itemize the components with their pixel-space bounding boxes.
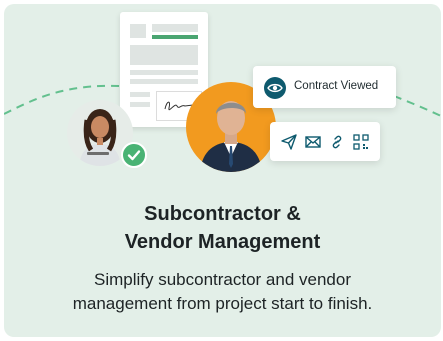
- card-title-line-1: Subcontractor &: [144, 203, 301, 225]
- feature-card: Contract Viewed Subcontractor & Vendor M…: [4, 4, 441, 337]
- card-title: Subcontractor & Vendor Management: [4, 200, 441, 256]
- card-description-line-2: management from project start to finish.: [72, 294, 373, 313]
- link-icon[interactable]: [328, 133, 346, 151]
- card-title-line-2: Vendor Management: [124, 231, 321, 253]
- contract-viewed-notification: Contract Viewed: [253, 66, 396, 108]
- send-icon[interactable]: [280, 133, 298, 151]
- mail-icon[interactable]: [304, 133, 322, 151]
- check-icon: [121, 142, 147, 168]
- card-description-line-1: Simplify subcontractor and vendor: [93, 270, 352, 289]
- eye-icon: [264, 77, 286, 99]
- card-description: Simplify subcontractor and vendor manage…: [4, 268, 441, 316]
- qr-code-icon[interactable]: [352, 133, 370, 151]
- contract-status-label: Contract Viewed: [294, 80, 379, 92]
- share-actions-bar: [270, 122, 380, 161]
